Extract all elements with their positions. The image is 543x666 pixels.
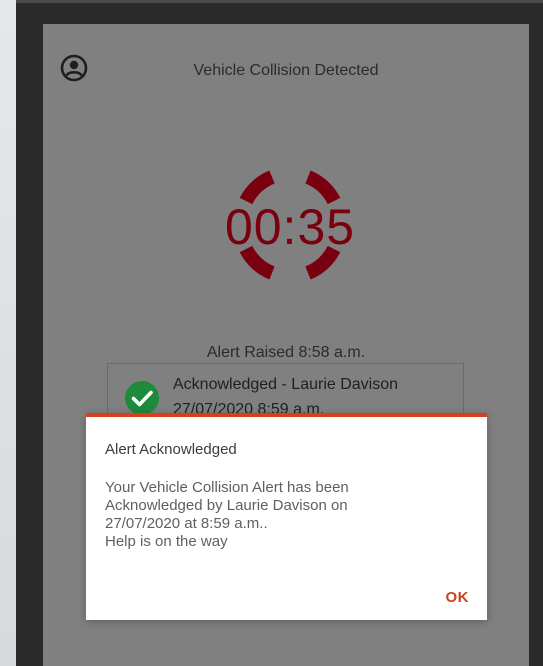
ok-button[interactable]: OK xyxy=(444,587,472,608)
dialog-message: Your Vehicle Collision Alert has been Ac… xyxy=(105,479,349,550)
timer-value: 00:35 xyxy=(224,199,356,255)
check-circle-icon xyxy=(124,380,160,416)
countdown-timer: 00:35 xyxy=(195,166,385,286)
acknowledged-by-text: Acknowledged - Laurie Davison xyxy=(173,376,399,393)
dialog-title: Alert Acknowledged xyxy=(105,441,237,458)
background-edge xyxy=(0,0,16,666)
alert-acknowledged-dialog: Alert Acknowledged Your Vehicle Collisio… xyxy=(86,413,487,620)
alert-raised-text: Alert Raised 8:58 a.m. xyxy=(206,344,366,361)
page-title: Vehicle Collision Detected xyxy=(193,62,379,79)
